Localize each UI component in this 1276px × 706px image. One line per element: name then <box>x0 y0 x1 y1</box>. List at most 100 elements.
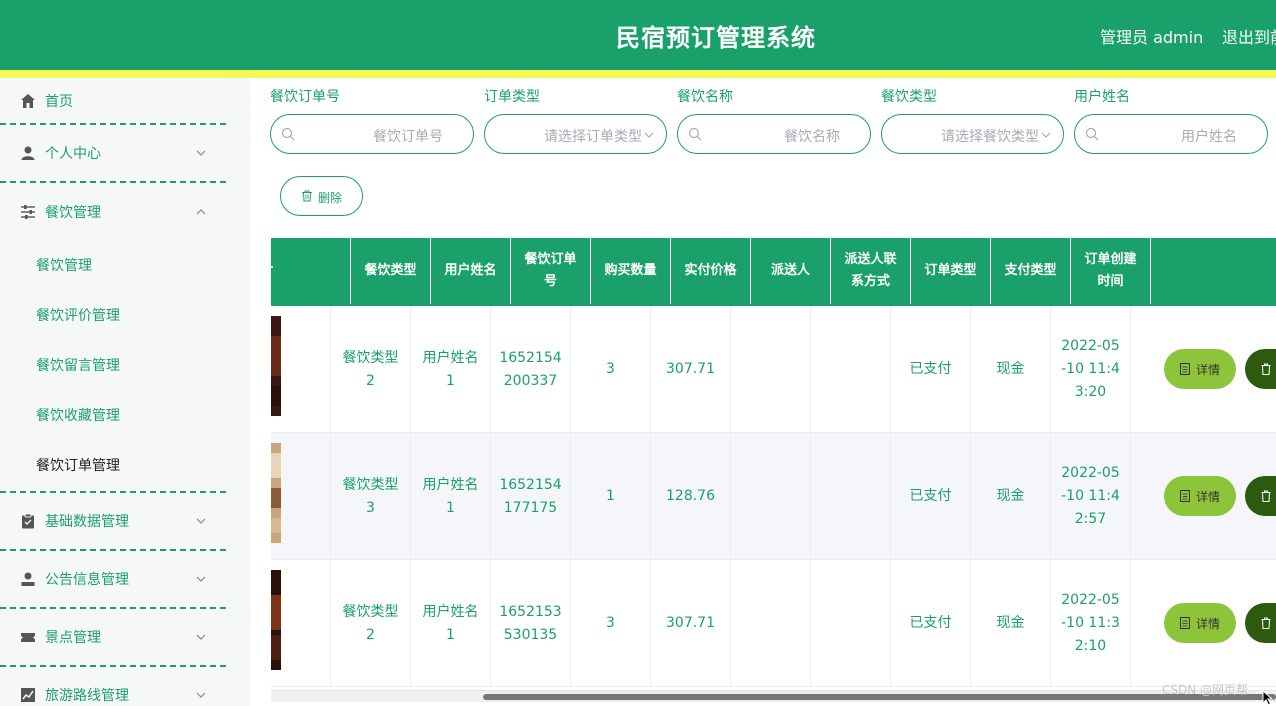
detail-button-label: 详情 <box>1196 363 1221 377</box>
search-label-order-no: 餐饮订单号 <box>270 89 340 105</box>
document-icon <box>1180 617 1190 629</box>
scrollbar-thumb[interactable] <box>483 694 1276 700</box>
courier-cell <box>731 560 811 687</box>
row-delete-button[interactable] <box>1245 476 1276 516</box>
sliders-icon <box>20 204 36 220</box>
search-placeholder: 用户姓名 <box>1181 129 1237 145</box>
chevron-down-icon <box>196 150 206 156</box>
order-no-cell: 1652154177175 <box>491 433 571 560</box>
column-header: 支付类型 <box>991 238 1071 304</box>
detail-button-label: 详情 <box>1196 617 1221 631</box>
chevron-down-icon <box>196 692 206 698</box>
food-name-search-input[interactable]: 餐饮名称 <box>677 114 871 154</box>
header-accent-strip <box>0 70 1276 78</box>
table-row[interactable]: 餐饮类型2 用户姓名1 1652154200337 3 307.71 已支付 现… <box>271 306 1276 433</box>
clipboard-icon <box>20 513 36 529</box>
created-at-cell: 2022-05-10 11:43:20 <box>1051 306 1131 433</box>
detail-button[interactable]: 详情 <box>1164 476 1236 516</box>
food-thumbnail <box>271 316 281 416</box>
column-header: 购买数量 <box>591 238 671 304</box>
food-thumbnail <box>271 570 281 670</box>
sidebar-item-notice[interactable]: 公告信息管理 <box>0 551 226 609</box>
table-row[interactable]: 餐饮类型3 用户姓名1 1652154177175 1 128.76 已支付 现… <box>271 433 1276 560</box>
price-cell: 128.76 <box>651 433 731 560</box>
sidebar-subitem-food-message[interactable]: 餐饮留言管理 <box>0 341 226 391</box>
order-type-cell: 已支付 <box>891 433 971 560</box>
order-type-select[interactable]: 请选择订单类型 <box>484 114 667 154</box>
sidebar-item-food[interactable]: 餐饮管理 <box>0 183 226 241</box>
food-type-cell: 餐饮类型2 <box>331 560 411 687</box>
food-type-cell: 餐饮类型2 <box>331 306 411 433</box>
sidebar-item-basic-data[interactable]: 基础数据管理 <box>0 493 226 551</box>
ticket-icon <box>20 629 36 645</box>
row-delete-button[interactable] <box>1245 349 1276 389</box>
sidebar-subitem-food-order[interactable]: 餐饮订单管理 <box>0 441 226 491</box>
sidebar-item-label: 个人中心 <box>45 146 101 162</box>
search-label-food-name: 餐饮名称 <box>677 89 733 105</box>
sidebar-item-label: 基础数据管理 <box>45 514 129 530</box>
quantity-cell: 1 <box>571 433 651 560</box>
select-placeholder: 请选择餐饮类型 <box>941 129 1039 145</box>
food-thumbnail-cell <box>271 560 331 687</box>
column-header: 派送人 <box>751 238 831 304</box>
orders-table: 片 餐饮类型 用户姓名 餐饮订单号 购买数量 实付价格 派送人 派送人联系方式 … <box>271 238 1276 690</box>
column-header: 餐饮类型 <box>351 238 431 304</box>
courier-cell <box>731 306 811 433</box>
sidebar-subitem-food-favorite[interactable]: 餐饮收藏管理 <box>0 391 226 441</box>
courier-phone-cell <box>811 306 891 433</box>
chevron-up-icon <box>196 209 206 215</box>
price-cell: 307.71 <box>651 560 731 687</box>
home-icon <box>20 93 36 109</box>
sidebar-item-label: 首页 <box>45 93 73 110</box>
column-header: 用户姓名 <box>431 238 511 304</box>
search-icon <box>1085 127 1099 141</box>
order-no-cell: 1652153530135 <box>491 560 571 687</box>
batch-delete-button[interactable]: 删除 <box>280 176 363 216</box>
watermark: CSDN @网页帮 <box>1162 683 1249 697</box>
chevron-down-icon <box>196 634 206 640</box>
quantity-cell: 3 <box>571 560 651 687</box>
detail-button[interactable]: 详情 <box>1164 603 1236 643</box>
sidebar-item-profile[interactable]: 个人中心 <box>0 125 226 183</box>
chevron-down-icon <box>196 518 206 524</box>
table-header: 片 餐饮类型 用户姓名 餐饮订单号 购买数量 实付价格 派送人 派送人联系方式 … <box>271 238 1276 306</box>
sidebar-item-label: 餐饮管理 <box>45 205 101 221</box>
column-header <box>1151 238 1276 304</box>
food-thumbnail <box>271 443 281 543</box>
content-gutter <box>226 78 250 706</box>
sidebar-subitem-food-manage[interactable]: 餐饮管理 <box>0 241 226 291</box>
search-icon <box>281 127 295 141</box>
logout-link[interactable]: 退出到前 <box>1222 24 1276 48</box>
table-row[interactable]: 餐饮类型2 用户姓名1 1652153530135 3 307.71 已支付 现… <box>271 560 1276 687</box>
sidebar-item-route[interactable]: 旅游路线管理 <box>0 667 226 706</box>
column-header: 实付价格 <box>671 238 751 304</box>
sidebar-submenu-food: 餐饮管理 餐饮评价管理 餐饮留言管理 餐饮收藏管理 餐饮订单管理 <box>0 241 226 491</box>
page-title: 民宿预订管理系统 <box>616 24 816 52</box>
food-type-select[interactable]: 请选择餐饮类型 <box>881 114 1064 154</box>
trash-icon <box>1261 363 1271 375</box>
order-no-cell: 1652154200337 <box>491 306 571 433</box>
sidebar-subitem-food-review[interactable]: 餐饮评价管理 <box>0 291 226 341</box>
column-header: 订单类型 <box>911 238 991 304</box>
search-label-user-name: 用户姓名 <box>1074 89 1130 105</box>
sidebar-group-food: 餐饮管理 餐饮管理 餐饮评价管理 餐饮留言管理 餐饮收藏管理 餐饮订单管理 <box>0 183 226 493</box>
user-name-search-input[interactable]: 用户姓名 <box>1074 114 1268 154</box>
created-at-cell: 2022-05-10 11:32:10 <box>1051 560 1131 687</box>
search-label-order-type: 订单类型 <box>484 89 540 105</box>
table-horizontal-scrollbar[interactable] <box>271 690 1276 702</box>
trash-icon <box>302 190 312 202</box>
price-cell: 307.71 <box>651 306 731 433</box>
sidebar-item-scenic[interactable]: 景点管理 <box>0 609 226 667</box>
row-delete-button[interactable] <box>1245 603 1276 643</box>
pay-type-cell: 现金 <box>971 306 1051 433</box>
detail-button[interactable]: 详情 <box>1164 349 1236 389</box>
sidebar-item-home[interactable]: 首页 <box>0 78 226 125</box>
search-icon <box>688 127 702 141</box>
quantity-cell: 3 <box>571 306 651 433</box>
sidebar: 首页 个人中心 餐饮管理 餐饮管理 餐饮评价管理 餐饮留言管理 餐饮收藏管理 餐… <box>0 78 226 706</box>
app-header: 民宿预订管理系统 管理员 admin 退出到前 <box>0 0 1276 70</box>
search-label-food-type: 餐饮类型 <box>881 89 937 105</box>
chevron-down-icon <box>196 576 206 582</box>
order-no-search-input[interactable]: 餐饮订单号 <box>270 114 474 154</box>
search-placeholder: 餐饮订单号 <box>373 129 443 145</box>
